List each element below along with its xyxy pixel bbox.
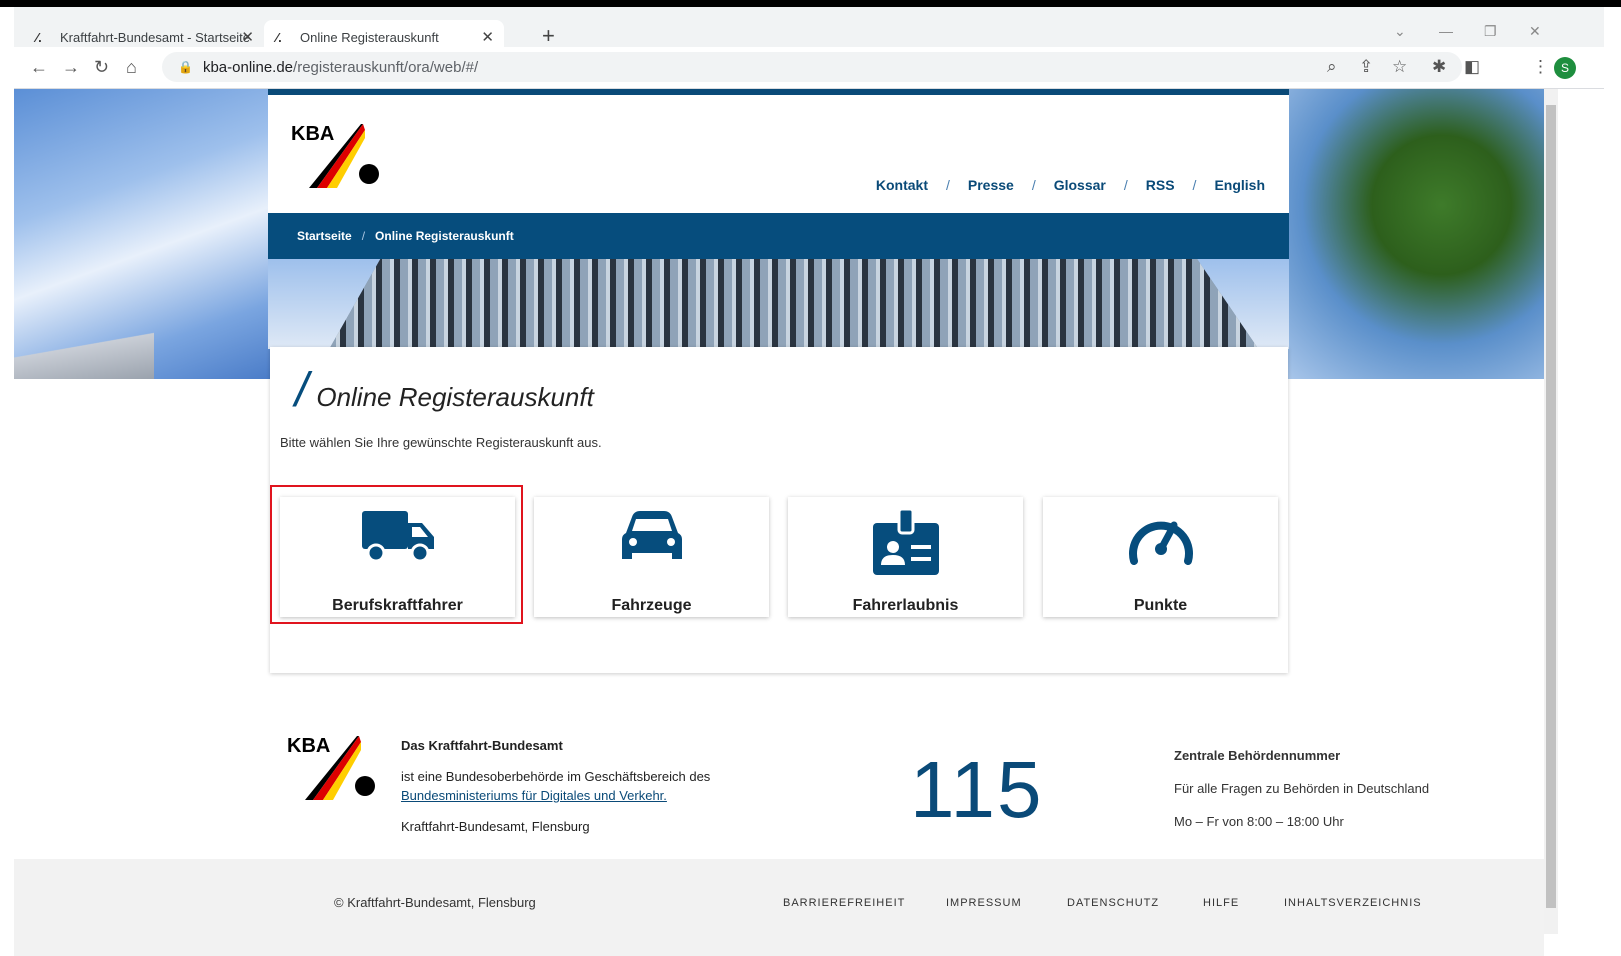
address-bar: ← → ↻ ⌂ 🔒 kba-online.de/registerauskunft…	[14, 47, 1604, 89]
url-input[interactable]: 🔒 kba-online.de/registerauskunft/ora/web…	[162, 52, 1462, 82]
tab-title: Online Registerauskunft	[300, 29, 439, 45]
menu-icon[interactable]: ⋮	[1532, 57, 1549, 77]
nav-english[interactable]: English	[1214, 177, 1265, 193]
new-tab-icon[interactable]: +	[542, 23, 555, 49]
id-badge-icon	[872, 509, 939, 575]
nav-kontakt[interactable]: Kontakt	[876, 177, 928, 193]
page-title: Online Registerauskunft	[316, 382, 594, 412]
close-window-icon[interactable]: ✕	[1529, 23, 1541, 40]
zoom-icon[interactable]: ⌕	[1327, 57, 1337, 77]
breadcrumb: Startseite / Online Registerauskunft	[268, 213, 1289, 259]
close-icon[interactable]: ✕	[241, 28, 254, 46]
svg-text:KBA: KBA	[291, 123, 334, 145]
tile-label: Punkte	[1133, 597, 1188, 614]
link-impressum[interactable]: IMPRESSUM	[946, 897, 1022, 909]
title-slash-icon: /	[295, 364, 309, 417]
share-icon[interactable]: ⇪	[1359, 57, 1373, 77]
footer-org-place: Kraftfahrt-Bundesamt, Flensburg	[401, 819, 590, 834]
kba-logo-icon: KBA	[291, 123, 379, 188]
kba-logo-icon: KBA	[287, 735, 375, 800]
hero-building-image	[329, 259, 1259, 349]
forward-icon[interactable]: →	[62, 57, 80, 78]
tile-label: Fahrerlaubnis	[852, 597, 959, 614]
restore-icon[interactable]: ❐	[1484, 23, 1497, 40]
highlight-box	[270, 485, 523, 624]
svg-text:KBA: KBA	[287, 735, 330, 757]
breadcrumb-current: Online Registerauskunft	[375, 229, 514, 243]
footer-org-desc: ist eine Bundesoberbehörde im Geschäftsb…	[401, 769, 711, 784]
service-title: Zentrale Behördennummer	[1174, 748, 1341, 763]
ministry-link[interactable]: Bundesministeriums für Digitales und Ver…	[401, 788, 667, 803]
footer-org-info: Das Kraftfahrt-Bundesamt ist eine Bundes…	[401, 739, 710, 833]
link-datenschutz[interactable]: DATENSCHUTZ	[1067, 897, 1159, 909]
footer-kba-logo: KBA	[287, 734, 387, 804]
profile-avatar[interactable]: S	[1554, 57, 1576, 79]
footer-service-info: Zentrale Behördennummer Für alle Fragen …	[1174, 748, 1429, 829]
sidepanel-icon[interactable]: ◧	[1464, 57, 1480, 77]
link-inhaltsverzeichnis[interactable]: INHALTSVERZEICHNIS	[1284, 897, 1422, 909]
reload-icon[interactable]: ↻	[94, 57, 109, 78]
url-path: /registerauskunft/ora/web/#/	[293, 58, 479, 76]
tab-search-icon[interactable]: ⌄	[1394, 23, 1406, 40]
scrollbar-thumb[interactable]	[1546, 105, 1556, 908]
back-icon[interactable]: ←	[30, 57, 48, 78]
page-title-block: / Online Registerauskunft	[295, 364, 594, 417]
nav-glossar[interactable]: Glossar	[1054, 177, 1106, 193]
kba-logo[interactable]: KBA	[291, 122, 391, 192]
close-icon[interactable]: ✕	[481, 28, 494, 46]
service-desc: Für alle Fragen zu Behörden in Deutschla…	[1174, 781, 1430, 796]
car-icon	[621, 511, 682, 559]
service-number: 115	[910, 745, 1044, 834]
tab-title: Kraftfahrt-Bundesamt - Startseite	[60, 29, 251, 45]
nav-presse[interactable]: Presse	[968, 177, 1014, 193]
lock-icon: 🔒	[178, 60, 193, 74]
tile-fahrerlaubnis[interactable]: Fahrerlaubnis	[788, 497, 1023, 617]
tab-strip: ⁄. Kraftfahrt-Bundesamt - Startseite ✕ ⁄…	[14, 7, 1604, 54]
copyright: © Kraftfahrt-Bundesamt, Flensburg	[334, 895, 536, 910]
footer-org-title: Das Kraftfahrt-Bundesamt	[401, 738, 563, 753]
page-viewport: KBA Kontakt / Presse / Glossar / RSS / E…	[14, 89, 1604, 956]
speedometer-icon	[1128, 521, 1193, 565]
scrollbar[interactable]	[1544, 89, 1558, 934]
tile-punkte[interactable]: Punkte	[1043, 497, 1278, 617]
kba-favicon-icon: ⁄.	[276, 30, 282, 45]
url-host: kba-online.de	[202, 58, 294, 76]
hero-tree-image	[1288, 89, 1544, 379]
intro-text: Bitte wählen Sie Ihre gewünschte Registe…	[280, 435, 602, 450]
breadcrumb-startseite[interactable]: Startseite	[297, 229, 352, 243]
link-barrierefreiheit[interactable]: BARRIEREFREIHEIT	[783, 897, 905, 909]
minimize-icon[interactable]: —	[1439, 23, 1453, 39]
link-hilfe[interactable]: HILFE	[1203, 897, 1239, 909]
top-navigation: Kontakt / Presse / Glossar / RSS / Engli…	[875, 177, 1265, 193]
tile-fahrzeuge[interactable]: Fahrzeuge	[534, 497, 769, 617]
tile-label: Fahrzeuge	[611, 597, 692, 614]
extensions-icon[interactable]: ✱	[1432, 57, 1446, 77]
bookmark-star-icon[interactable]: ☆	[1392, 57, 1407, 77]
service-hours: Mo – Fr von 8:00 – 18:00 Uhr	[1174, 814, 1344, 829]
hero-sky-image	[14, 89, 272, 379]
kba-favicon-icon: ⁄.	[36, 30, 42, 45]
site-header: KBA Kontakt / Presse / Glossar / RSS / E…	[268, 89, 1289, 213]
window-top-border	[0, 0, 1621, 7]
nav-rss[interactable]: RSS	[1146, 177, 1175, 193]
home-icon[interactable]: ⌂	[126, 57, 137, 78]
